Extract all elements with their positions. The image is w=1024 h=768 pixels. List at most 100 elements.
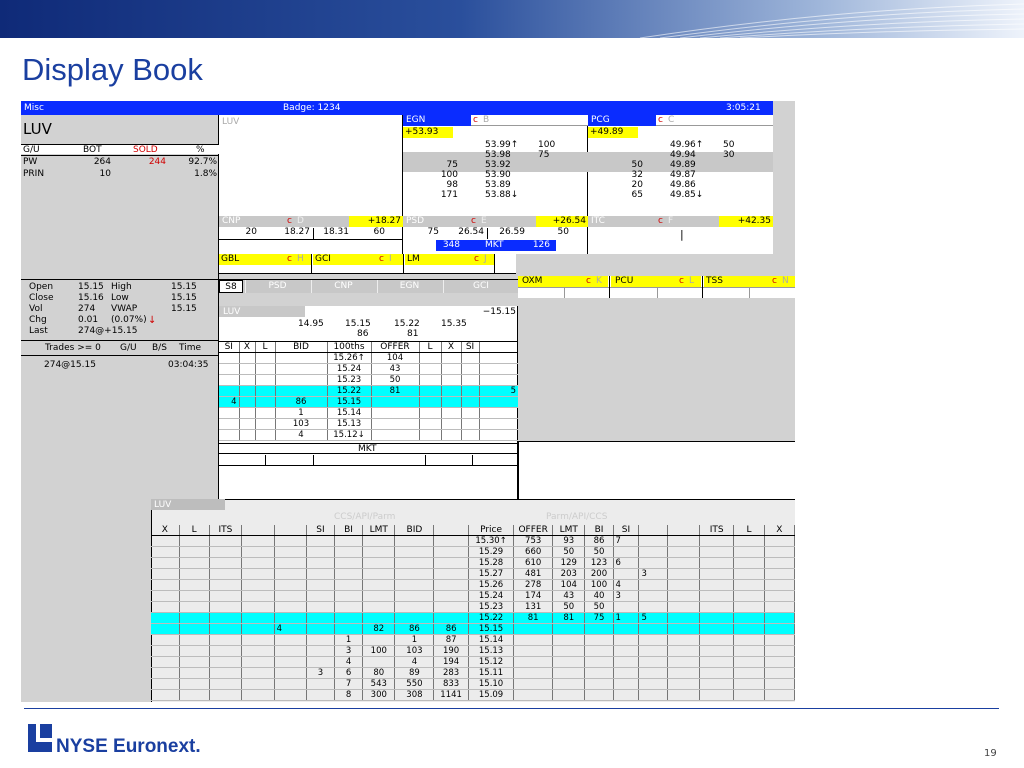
ladder-cell — [638, 678, 668, 690]
ladder-header: BI — [584, 525, 614, 536]
tab-psd[interactable]: PSD — [245, 280, 309, 293]
quote-oxm[interactable]: OXM c K — [518, 276, 608, 287]
book-row[interactable]: 1 15.14 — [219, 407, 518, 419]
ladder-cell — [306, 656, 336, 668]
quote-tss[interactable]: TSS c N — [704, 276, 795, 287]
book-row[interactable]: 15.22 81 5 — [219, 385, 518, 397]
title-bar — [21, 101, 773, 115]
ladder-cell: 3 — [613, 590, 640, 602]
book-cell — [239, 385, 256, 397]
ladder-cell — [638, 579, 668, 591]
book-row[interactable]: 4 15.12↓ — [219, 429, 518, 441]
book-cell — [441, 352, 462, 364]
ladder-cell: 15.26 — [468, 579, 515, 591]
ladder-cell — [274, 557, 307, 569]
ladder-row[interactable]: 7 543 550 833 15.10 — [151, 678, 795, 690]
ladder-cell — [209, 590, 243, 602]
quote-gbl[interactable]: GBL c H — [219, 254, 311, 265]
ladder-cell: 43 — [552, 590, 586, 602]
price: 53.92 — [485, 160, 511, 170]
book-cell — [275, 385, 328, 397]
ladder-row[interactable]: 4 4 194 15.12 — [151, 656, 795, 668]
tab-egn[interactable]: EGN — [377, 280, 441, 293]
ladder-cell — [209, 601, 243, 613]
quote-itc[interactable]: ITC c F +42.35 | — [588, 216, 773, 254]
ladder-cell — [306, 689, 336, 701]
trades-col-bs: B/S — [152, 343, 167, 353]
tab-gci[interactable]: GCI — [443, 280, 518, 293]
ladder-cell — [733, 590, 765, 602]
ladder-cell — [733, 656, 765, 668]
symbol-tss: TSS — [706, 276, 723, 286]
ladder-cell — [699, 678, 735, 690]
ladder-cell: 3 — [334, 645, 364, 657]
book-header: SI — [461, 342, 480, 353]
ladder-cell — [638, 601, 668, 613]
ladder-cell: 190 — [433, 645, 469, 657]
menu-misc[interactable]: Misc — [24, 104, 44, 113]
ladder-row[interactable]: 15.28 610 129 123 6 — [151, 557, 795, 569]
stock-symbol: LUV — [23, 120, 52, 138]
book-row[interactable]: 15.26↑ 104 — [219, 352, 518, 364]
ladder-cell: 7 — [613, 535, 640, 547]
bbo-ask-size: 81 — [407, 329, 419, 339]
ladder-row[interactable]: 1 1 87 15.14 — [151, 634, 795, 646]
ladder-row[interactable]: 15.24 174 43 40 3 — [151, 590, 795, 602]
ladder-cell — [699, 579, 735, 591]
bid-size: 32 — [631, 170, 643, 180]
ladder-cell — [334, 590, 364, 602]
book-cell: 4 — [219, 396, 240, 408]
ladder-cell — [667, 634, 700, 646]
change-flag: c — [473, 115, 478, 125]
book-cell-empty — [461, 418, 480, 430]
trades-filter-label[interactable]: Trades >= 0 — [45, 344, 101, 353]
quote-lm[interactable]: LM c J — [405, 254, 494, 265]
book-row[interactable]: 4 86 15.15 — [219, 396, 518, 408]
book-cell — [255, 396, 276, 408]
quote-psd[interactable]: PSD c E +26.54 75 26.54 26.59 50 348 MKT… — [403, 216, 588, 254]
ladder-row[interactable]: 15.22 81 81 75 1 5 — [151, 612, 795, 624]
ladder-cell: 89 — [394, 667, 435, 679]
book-row[interactable]: 15.23 50 — [219, 374, 518, 386]
ladder-row[interactable]: 3 6 80 89 283 15.11 — [151, 667, 795, 679]
tab-cnp[interactable]: CNP — [311, 280, 375, 293]
ladder-cell — [241, 645, 275, 657]
ladder-cell — [699, 546, 735, 558]
book-row[interactable]: 103 15.13 — [219, 418, 518, 430]
quote-pcu[interactable]: PCU c L — [611, 276, 701, 287]
ladder-row[interactable]: 15.23 131 50 50 — [151, 601, 795, 613]
ladder-row[interactable]: 15.27 481 203 200 3 — [151, 568, 795, 580]
quote-gci[interactable]: GCI c I — [313, 254, 403, 265]
ladder-cell: 481 — [513, 568, 554, 580]
tab-s8[interactable]: S8 — [219, 280, 243, 293]
display-book-screen: Misc Badge: 1234 3:05:21 LUV G/U BOT SOL… — [21, 101, 795, 702]
ladder-cell — [699, 656, 735, 668]
quote-cnp[interactable]: CNP c D +18.27 20 18.27 18.31 60 — [219, 216, 403, 254]
book-header: BID — [275, 342, 328, 353]
book-row[interactable]: 15.24 43 — [219, 363, 518, 375]
ladder-left-title: CCS/API/Parm — [334, 512, 396, 522]
ladder-cell: 131 — [513, 601, 554, 613]
ladder-cell — [151, 590, 180, 602]
ladder-cell — [433, 601, 469, 613]
ladder-cell — [699, 689, 735, 701]
luv-notes-panel[interactable]: LUV — [219, 115, 403, 216]
ladder-cell: 103 — [394, 645, 435, 657]
bid-size: 75 — [446, 160, 458, 170]
ladder-row[interactable]: 4 82 86 86 15.15 — [151, 623, 795, 635]
book-cell — [479, 429, 518, 441]
ladder-cell — [552, 634, 586, 646]
ladder-row[interactable]: 3 100 103 190 15.13 — [151, 645, 795, 657]
book-cell: 15.23 — [327, 374, 372, 386]
price: 53.88↓ — [485, 190, 519, 200]
ladder-cell — [764, 667, 795, 679]
ladder-row[interactable]: 8 300 308 1141 15.09 — [151, 689, 795, 701]
row-value: 10 — [99, 169, 111, 179]
ladder-row[interactable]: 15.30↑ 753 93 86 7 — [151, 535, 795, 547]
ladder-cell — [733, 689, 765, 701]
book-cell — [419, 385, 442, 397]
ladder-row[interactable]: 15.29 660 50 50 — [151, 546, 795, 558]
ladder-cell: 4 — [613, 579, 640, 591]
ladder-cell — [274, 601, 307, 613]
ladder-row[interactable]: 15.26 278 104 100 4 — [151, 579, 795, 591]
